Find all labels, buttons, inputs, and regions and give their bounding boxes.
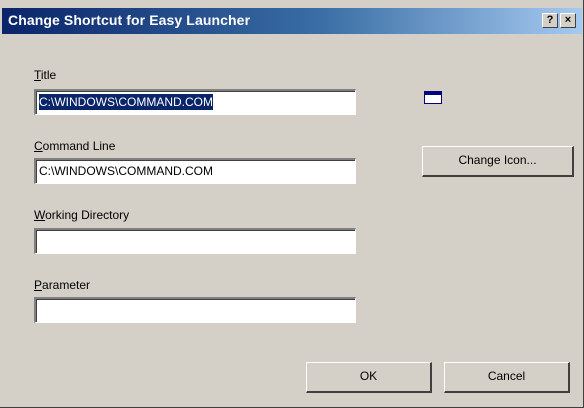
window-icon <box>424 91 442 104</box>
command-line-input[interactable]: C:\WINDOWS\COMMAND.COM <box>34 158 356 184</box>
title-label: Title <box>34 68 57 82</box>
parameter-input[interactable] <box>34 297 356 323</box>
change-icon-button-label: Change Icon... <box>458 153 537 167</box>
working-directory-label: Working Directory <box>34 208 130 222</box>
dialog-title: Change Shortcut for Easy Launcher <box>8 12 251 28</box>
ok-button-label: OK <box>359 369 378 383</box>
command-line-input-value: C:\WINDOWS\COMMAND.COM <box>39 164 213 178</box>
title-input-value: C:\WINDOWS\COMMAND.COM <box>39 94 213 110</box>
cancel-button-label: Cancel <box>487 369 526 383</box>
title-bar[interactable]: Change Shortcut for Easy Launcher ? × <box>2 8 582 34</box>
ok-button[interactable]: OK <box>306 362 432 393</box>
change-shortcut-dialog: Change Shortcut for Easy Launcher ? × Ti… <box>0 0 584 408</box>
help-button[interactable]: ? <box>542 13 558 28</box>
working-directory-input[interactable] <box>34 228 356 254</box>
change-icon-button[interactable]: Change Icon... <box>422 146 574 177</box>
help-icon: ? <box>546 14 554 26</box>
close-button[interactable]: × <box>560 13 576 28</box>
command-line-label: Command Line <box>34 139 116 153</box>
cancel-button[interactable]: Cancel <box>444 362 570 393</box>
title-input[interactable]: C:\WINDOWS\COMMAND.COM <box>34 89 356 115</box>
parameter-label: Parameter <box>34 278 91 292</box>
close-icon: × <box>564 14 572 26</box>
